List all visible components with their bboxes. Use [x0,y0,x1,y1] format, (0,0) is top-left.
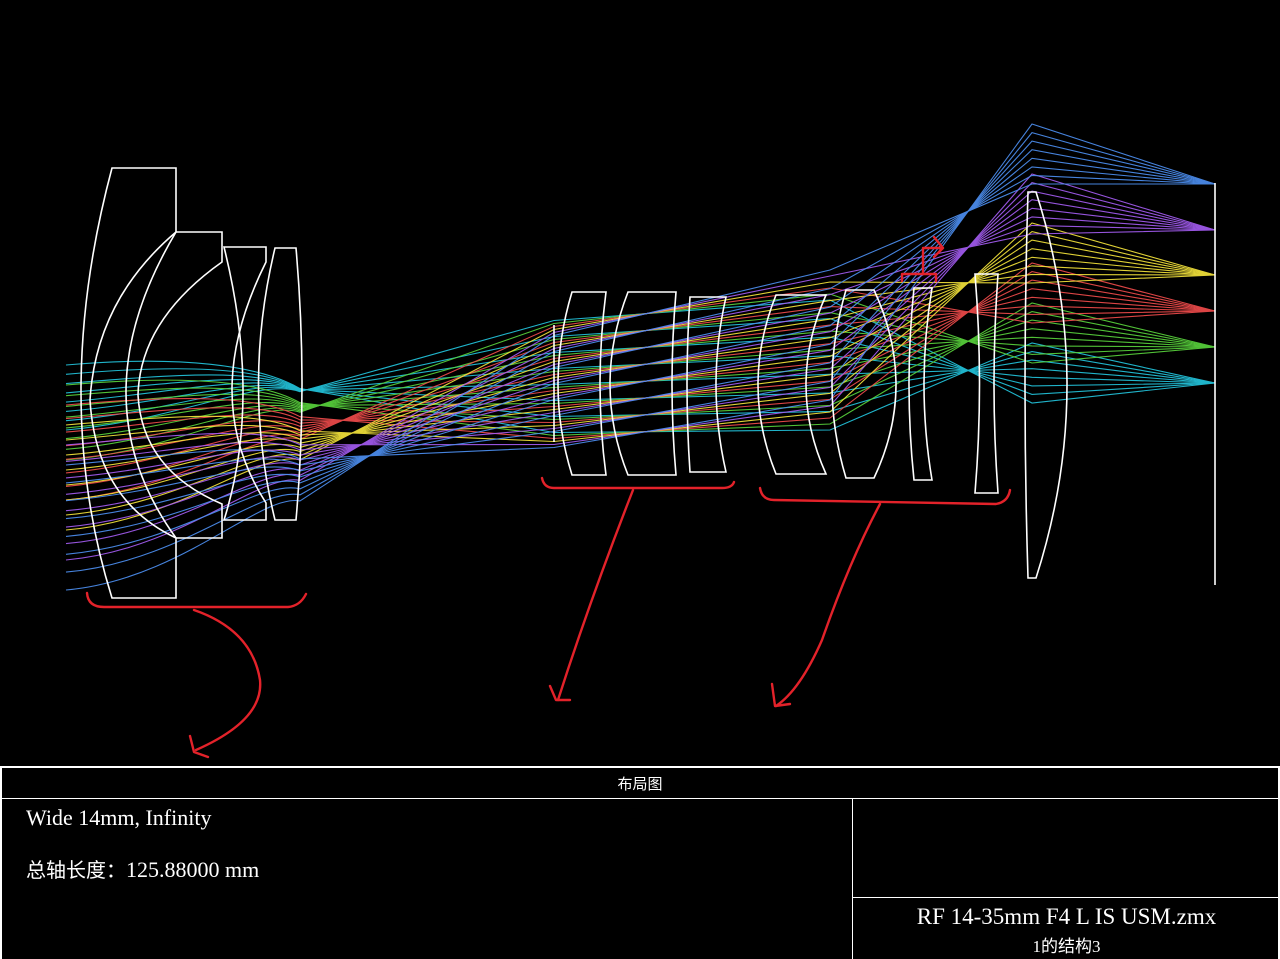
total-length-label: 总轴长度： [26,858,126,882]
layout-heading: 布局图 [617,775,663,793]
title-block-file-divider [852,897,1280,898]
title-block-heading-divider [0,798,1280,799]
title-block-border-top [0,766,1280,768]
total-axial-length: 总轴长度：125.88000 mm [26,854,259,883]
lens-layout-diagram [0,0,1280,766]
structure-label: 1的结构3 [1032,937,1101,956]
diagram-background [0,0,1280,766]
total-length-value: 125.88000 mm [126,857,260,882]
title-block-border-left [0,766,2,959]
configuration-line: Wide 14mm, Infinity [26,805,212,830]
file-name: RF 14-35mm F4 L IS USM.zmx [916,904,1217,929]
title-block: 布局图 Wide 14mm, Infinity 总轴长度：125.88000 m… [0,766,1280,959]
